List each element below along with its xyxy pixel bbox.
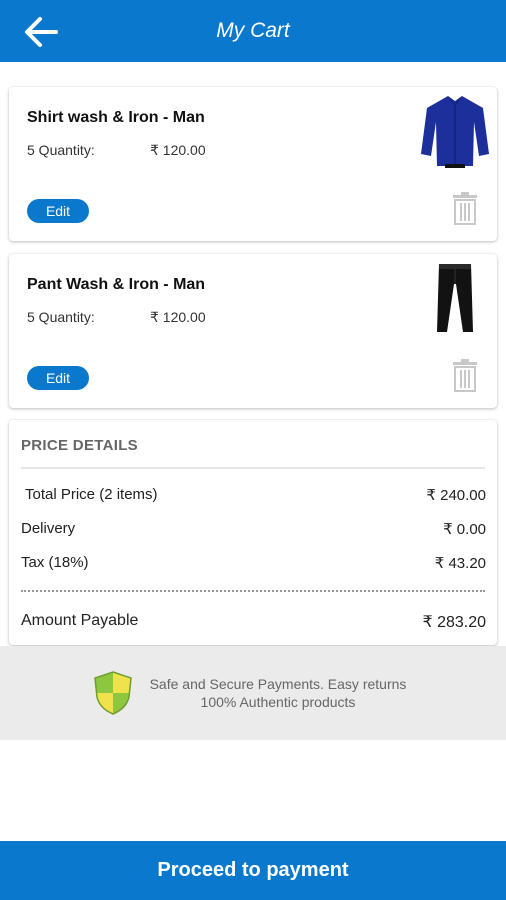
tax-value: ₹ 43.20 — [434, 555, 486, 572]
amount-payable-label: Amount Payable — [21, 612, 139, 629]
tax-label: Tax (18%) — [21, 554, 89, 571]
shirt-icon — [417, 92, 493, 168]
item-price: ₹ 120.00 — [150, 309, 206, 325]
pants-icon — [433, 262, 477, 334]
authentic-products-text: 100% Authentic products — [200, 694, 356, 710]
item-title: Pant Wash & Iron - Man — [27, 276, 206, 293]
secure-payment-banner: Safe and Secure Payments. Easy returns 1… — [0, 646, 506, 740]
divider — [21, 467, 485, 469]
edit-button[interactable]: Edit — [27, 366, 89, 390]
trash-icon — [453, 192, 477, 225]
cart-item-card: Pant Wash & Iron - Man 5 Quantity: ₹ 120… — [9, 254, 497, 408]
quantity-label: 5 Quantity: — [27, 309, 95, 325]
cart-item-card: Shirt wash & Iron - Man 5 Quantity: ₹ 12… — [9, 87, 497, 241]
total-price-label: Total Price (2 items) — [25, 486, 158, 503]
price-details-heading: PRICE DETAILS — [21, 437, 138, 454]
item-title: Shirt wash & Iron - Man — [27, 109, 205, 126]
delete-button[interactable] — [452, 191, 478, 225]
page-title: My Cart — [216, 19, 290, 42]
price-details-card: PRICE DETAILS Total Price (2 items) ₹ 24… — [9, 420, 497, 645]
edit-button[interactable]: Edit — [27, 199, 89, 223]
quantity-label: 5 Quantity: — [27, 142, 95, 158]
delete-button[interactable] — [452, 358, 478, 392]
secure-payments-text: Safe and Secure Payments. Easy returns — [149, 676, 407, 692]
dotted-divider — [21, 590, 485, 592]
proceed-to-payment-button[interactable]: Proceed to payment — [0, 841, 506, 900]
total-price-value: ₹ 240.00 — [426, 487, 486, 504]
item-price: ₹ 120.00 — [150, 142, 206, 158]
trash-icon — [453, 359, 477, 392]
delivery-value: ₹ 0.00 — [443, 521, 486, 538]
app-bar: My Cart — [0, 0, 506, 62]
amount-payable-value: ₹ 283.20 — [422, 614, 486, 631]
delivery-label: Delivery — [21, 520, 76, 537]
